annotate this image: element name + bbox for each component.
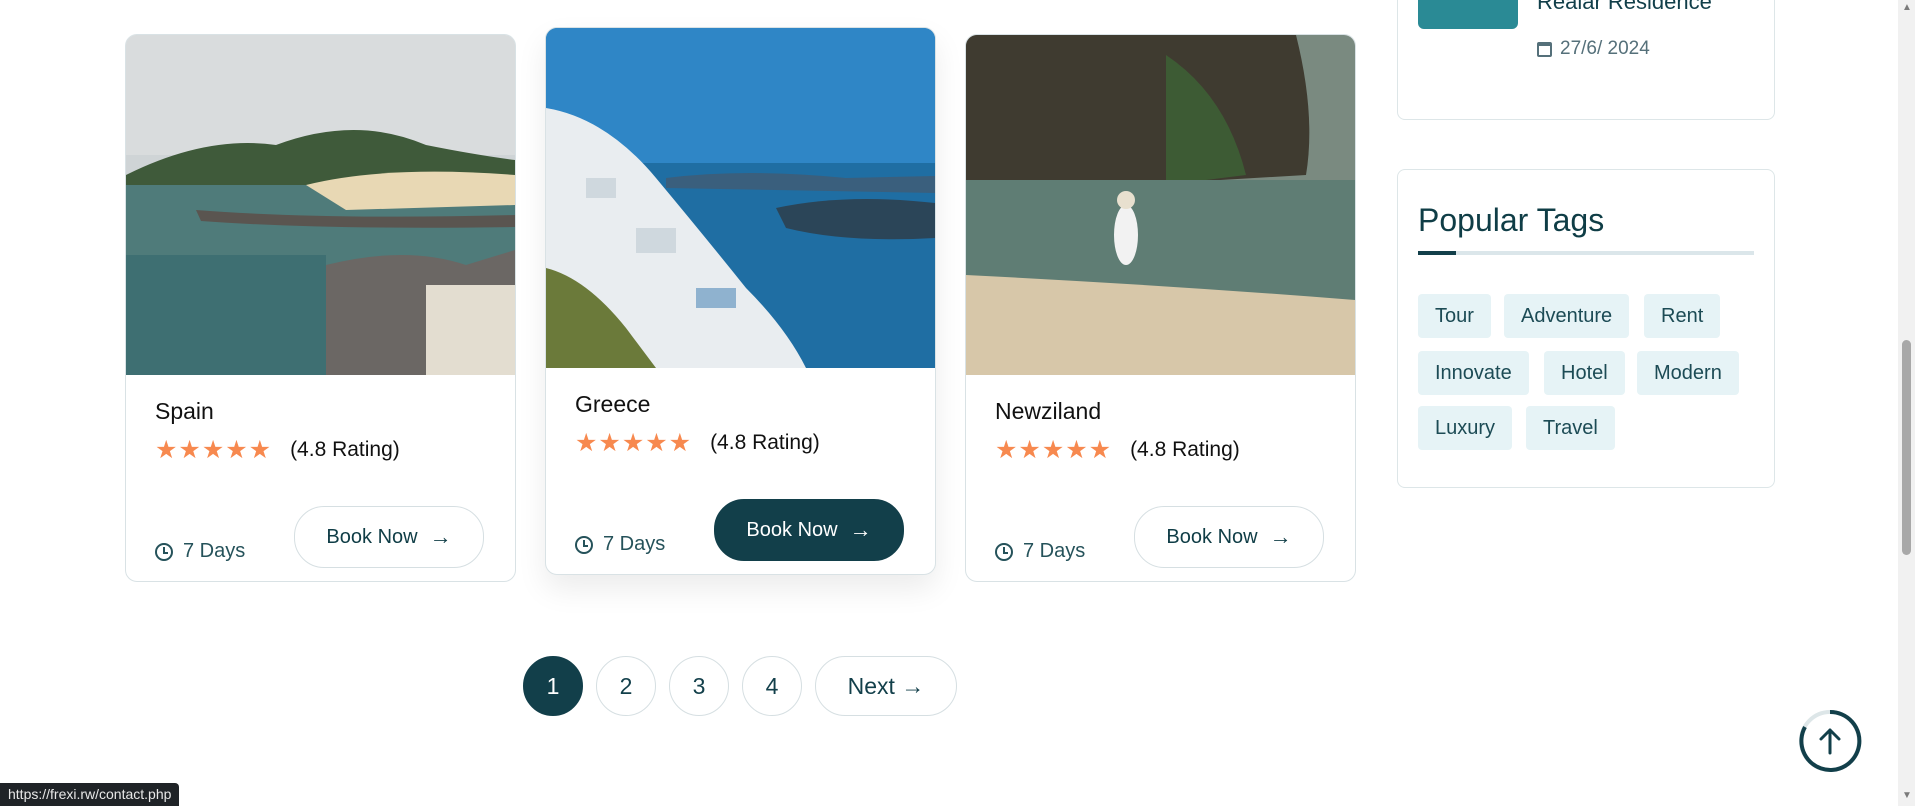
scroll-thumb[interactable]	[1902, 340, 1911, 555]
page-4-button[interactable]: 4	[742, 656, 802, 716]
page-2-button[interactable]: 2	[596, 656, 656, 716]
spain-image	[126, 35, 515, 375]
tour-card-spain[interactable]: Spain ★★★★★ (4.8 Rating) 7 Days Book Now…	[125, 34, 516, 582]
clock-icon	[995, 542, 1013, 561]
book-now-label: Book Now	[1166, 525, 1258, 548]
recent-posts-widget: Realar Residence 27/6/ 2024	[1397, 0, 1775, 120]
status-bar-url: https://frexi.rw/contact.php	[0, 783, 180, 806]
card-title: Newziland	[995, 398, 1102, 424]
title-underline	[1418, 251, 1754, 255]
popular-tags-title: Popular Tags	[1418, 202, 1605, 238]
popular-tags-widget: Popular Tags Tour Adventure Rent Innovat…	[1397, 169, 1775, 488]
tag-adventure[interactable]: Adventure	[1504, 294, 1630, 338]
star-icons: ★★★★★	[995, 436, 1113, 464]
book-now-button[interactable]: Book Now →	[294, 506, 484, 568]
tag-innovate[interactable]: Innovate	[1418, 351, 1529, 395]
card-duration: 7 Days	[575, 533, 665, 556]
back-to-top-button[interactable]	[1798, 709, 1862, 773]
book-now-label: Book Now	[746, 518, 838, 541]
duration-text: 7 Days	[1023, 540, 1086, 562]
scroll-up-icon[interactable]: ▲	[1902, 2, 1912, 13]
star-icons: ★★★★★	[575, 429, 693, 457]
arrow-right-icon: →	[1269, 524, 1292, 549]
tag-luxury[interactable]: Luxury	[1418, 406, 1513, 450]
card-title: Spain	[155, 398, 214, 424]
duration-text: 7 Days	[603, 533, 666, 555]
scroll-down-icon[interactable]: ▼	[1902, 790, 1912, 801]
tag-travel[interactable]: Travel	[1526, 406, 1615, 450]
tag-modern[interactable]: Modern	[1637, 351, 1739, 395]
tag-hotel[interactable]: Hotel	[1544, 351, 1625, 395]
arrow-right-icon: →	[429, 524, 452, 549]
card-duration: 7 Days	[995, 540, 1085, 563]
page-3-button[interactable]: 3	[669, 656, 729, 716]
book-now-label: Book Now	[326, 525, 418, 548]
arrow-right-icon: →	[849, 517, 872, 542]
tour-card-newziland[interactable]: Newziland ★★★★★ (4.8 Rating) 7 Days Book…	[965, 34, 1356, 582]
rating-text: (4.8 Rating)	[290, 438, 400, 461]
newziland-image	[966, 35, 1355, 375]
greece-image	[546, 28, 935, 368]
card-rating: ★★★★★ (4.8 Rating)	[995, 435, 1240, 465]
rating-text: (4.8 Rating)	[710, 431, 820, 454]
duration-text: 7 Days	[183, 540, 246, 562]
tag-rent[interactable]: Rent	[1644, 294, 1721, 338]
card-rating: ★★★★★ (4.8 Rating)	[575, 428, 820, 458]
card-rating: ★★★★★ (4.8 Rating)	[155, 435, 400, 465]
next-page-button[interactable]: Next →	[815, 656, 957, 716]
page-scrollbar[interactable]: ▲ ▼	[1898, 0, 1915, 806]
star-icons: ★★★★★	[155, 436, 273, 464]
tag-tour[interactable]: Tour	[1418, 294, 1491, 338]
card-title: Greece	[575, 391, 651, 417]
clock-icon	[155, 542, 173, 561]
book-now-button[interactable]: Book Now →	[1134, 506, 1324, 568]
card-duration: 7 Days	[155, 540, 245, 563]
recent-post-thumbnail[interactable]	[1418, 0, 1518, 29]
book-now-button[interactable]: Book Now →	[714, 499, 904, 561]
tour-card-greece[interactable]: Greece ★★★★★ (4.8 Rating) 7 Days Book No…	[545, 27, 936, 575]
recent-post-date: 27/6/ 2024	[1537, 38, 1650, 60]
clock-icon	[575, 535, 593, 554]
calendar-icon	[1537, 41, 1552, 57]
arrow-up-icon	[1799, 709, 1862, 772]
recent-post-title[interactable]: Realar Residence	[1537, 0, 1712, 15]
rating-text: (4.8 Rating)	[1130, 438, 1240, 461]
page-1-button[interactable]: 1	[523, 656, 583, 716]
